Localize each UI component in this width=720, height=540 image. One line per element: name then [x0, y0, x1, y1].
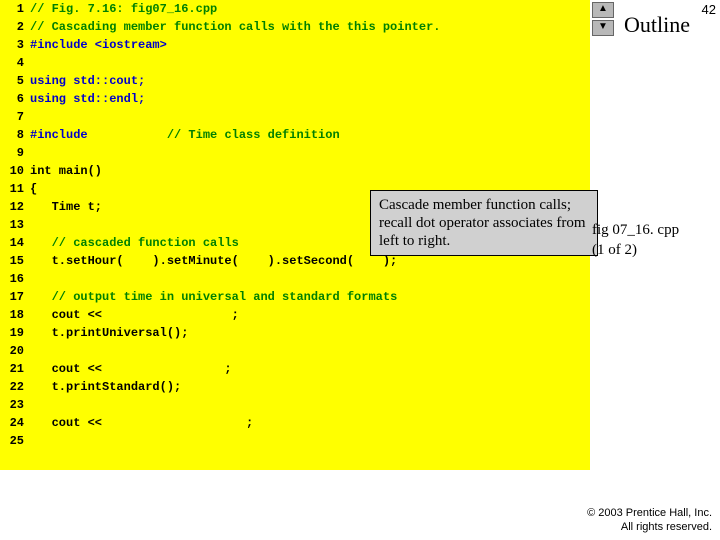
code-line: 20	[0, 342, 590, 360]
down-triangle-icon: ▼	[598, 21, 608, 32]
line-number: 3	[0, 36, 30, 54]
file-info: fig 07_16. cpp (1 of 2)	[592, 220, 702, 260]
code-text: cout << ;	[30, 306, 239, 324]
line-number: 24	[0, 414, 30, 432]
code-line: 1// Fig. 7.16: fig07_16.cpp	[0, 0, 590, 18]
line-number: 6	[0, 90, 30, 108]
line-number: 10	[0, 162, 30, 180]
code-line: 6using std::endl;	[0, 90, 590, 108]
line-number: 23	[0, 396, 30, 414]
code-line: 23	[0, 396, 590, 414]
copyright: © 2003 Prentice Hall, Inc. All rights re…	[587, 506, 712, 534]
code-text: t.setHour( ).setMinute( ).setSecond( );	[30, 252, 397, 270]
code-line: 22 t.printStandard();	[0, 378, 590, 396]
line-number: 12	[0, 198, 30, 216]
line-number: 17	[0, 288, 30, 306]
line-number: 9	[0, 144, 30, 162]
code-text: int main()	[30, 162, 102, 180]
code-line: 9	[0, 144, 590, 162]
code-text: // output time in universal and standard…	[30, 288, 397, 306]
code-text: using std::endl;	[30, 90, 145, 108]
code-line: 21 cout << ;	[0, 360, 590, 378]
line-number: 18	[0, 306, 30, 324]
line-number: 19	[0, 324, 30, 342]
line-number: 16	[0, 270, 30, 288]
code-text: t.printUniversal();	[30, 324, 188, 342]
code-line: 7	[0, 108, 590, 126]
code-line: 17 // output time in universal and stand…	[0, 288, 590, 306]
nav-up-button[interactable]: ▲	[592, 2, 614, 18]
callout-text: Cascade member function calls; recall do…	[379, 197, 586, 249]
line-number: 20	[0, 342, 30, 360]
code-line: 8#include // Time class definition	[0, 126, 590, 144]
code-text: cout << ;	[30, 360, 232, 378]
code-text: // cascaded function calls	[30, 234, 239, 252]
code-line: 16	[0, 270, 590, 288]
page-number: 42	[702, 2, 716, 17]
file-name: fig 07_16. cpp	[592, 220, 702, 240]
code-line: 5using std::cout;	[0, 72, 590, 90]
copyright-line1: © 2003 Prentice Hall, Inc.	[587, 506, 712, 520]
code-line: 2// Cascading member function calls with…	[0, 18, 590, 36]
code-line: 3#include <iostream>	[0, 36, 590, 54]
code-text: #include <iostream>	[30, 36, 167, 54]
nav-down-button[interactable]: ▼	[592, 20, 614, 36]
line-number: 15	[0, 252, 30, 270]
file-part: (1 of 2)	[592, 240, 702, 260]
outline-title: Outline	[624, 12, 690, 38]
code-text: cout << ;	[30, 414, 253, 432]
code-text: t.printStandard();	[30, 378, 181, 396]
code-text: {	[30, 180, 37, 198]
line-number: 14	[0, 234, 30, 252]
code-text: // Cascading member function calls with …	[30, 18, 440, 36]
line-number: 11	[0, 180, 30, 198]
line-number: 4	[0, 54, 30, 72]
line-number: 21	[0, 360, 30, 378]
line-number: 1	[0, 0, 30, 18]
code-line: 4	[0, 54, 590, 72]
line-number: 22	[0, 378, 30, 396]
code-line: 10int main()	[0, 162, 590, 180]
code-line: 25	[0, 432, 590, 450]
code-text: // Fig. 7.16: fig07_16.cpp	[30, 0, 217, 18]
line-number: 2	[0, 18, 30, 36]
code-text: #include // Time class definition	[30, 126, 340, 144]
code-line: 24 cout << ;	[0, 414, 590, 432]
line-number: 25	[0, 432, 30, 450]
callout-box: Cascade member function calls; recall do…	[370, 190, 598, 256]
line-number: 8	[0, 126, 30, 144]
line-number: 13	[0, 216, 30, 234]
code-line: 18 cout << ;	[0, 306, 590, 324]
line-number: 5	[0, 72, 30, 90]
code-text: Time t;	[30, 198, 102, 216]
code-line: 19 t.printUniversal();	[0, 324, 590, 342]
line-number: 7	[0, 108, 30, 126]
code-text: using std::cout;	[30, 72, 145, 90]
up-triangle-icon: ▲	[598, 3, 608, 14]
sidebar: ▲ ▼ 42 Outline fig 07_16. cpp (1 of 2)	[590, 0, 720, 540]
copyright-line2: All rights reserved.	[587, 520, 712, 534]
